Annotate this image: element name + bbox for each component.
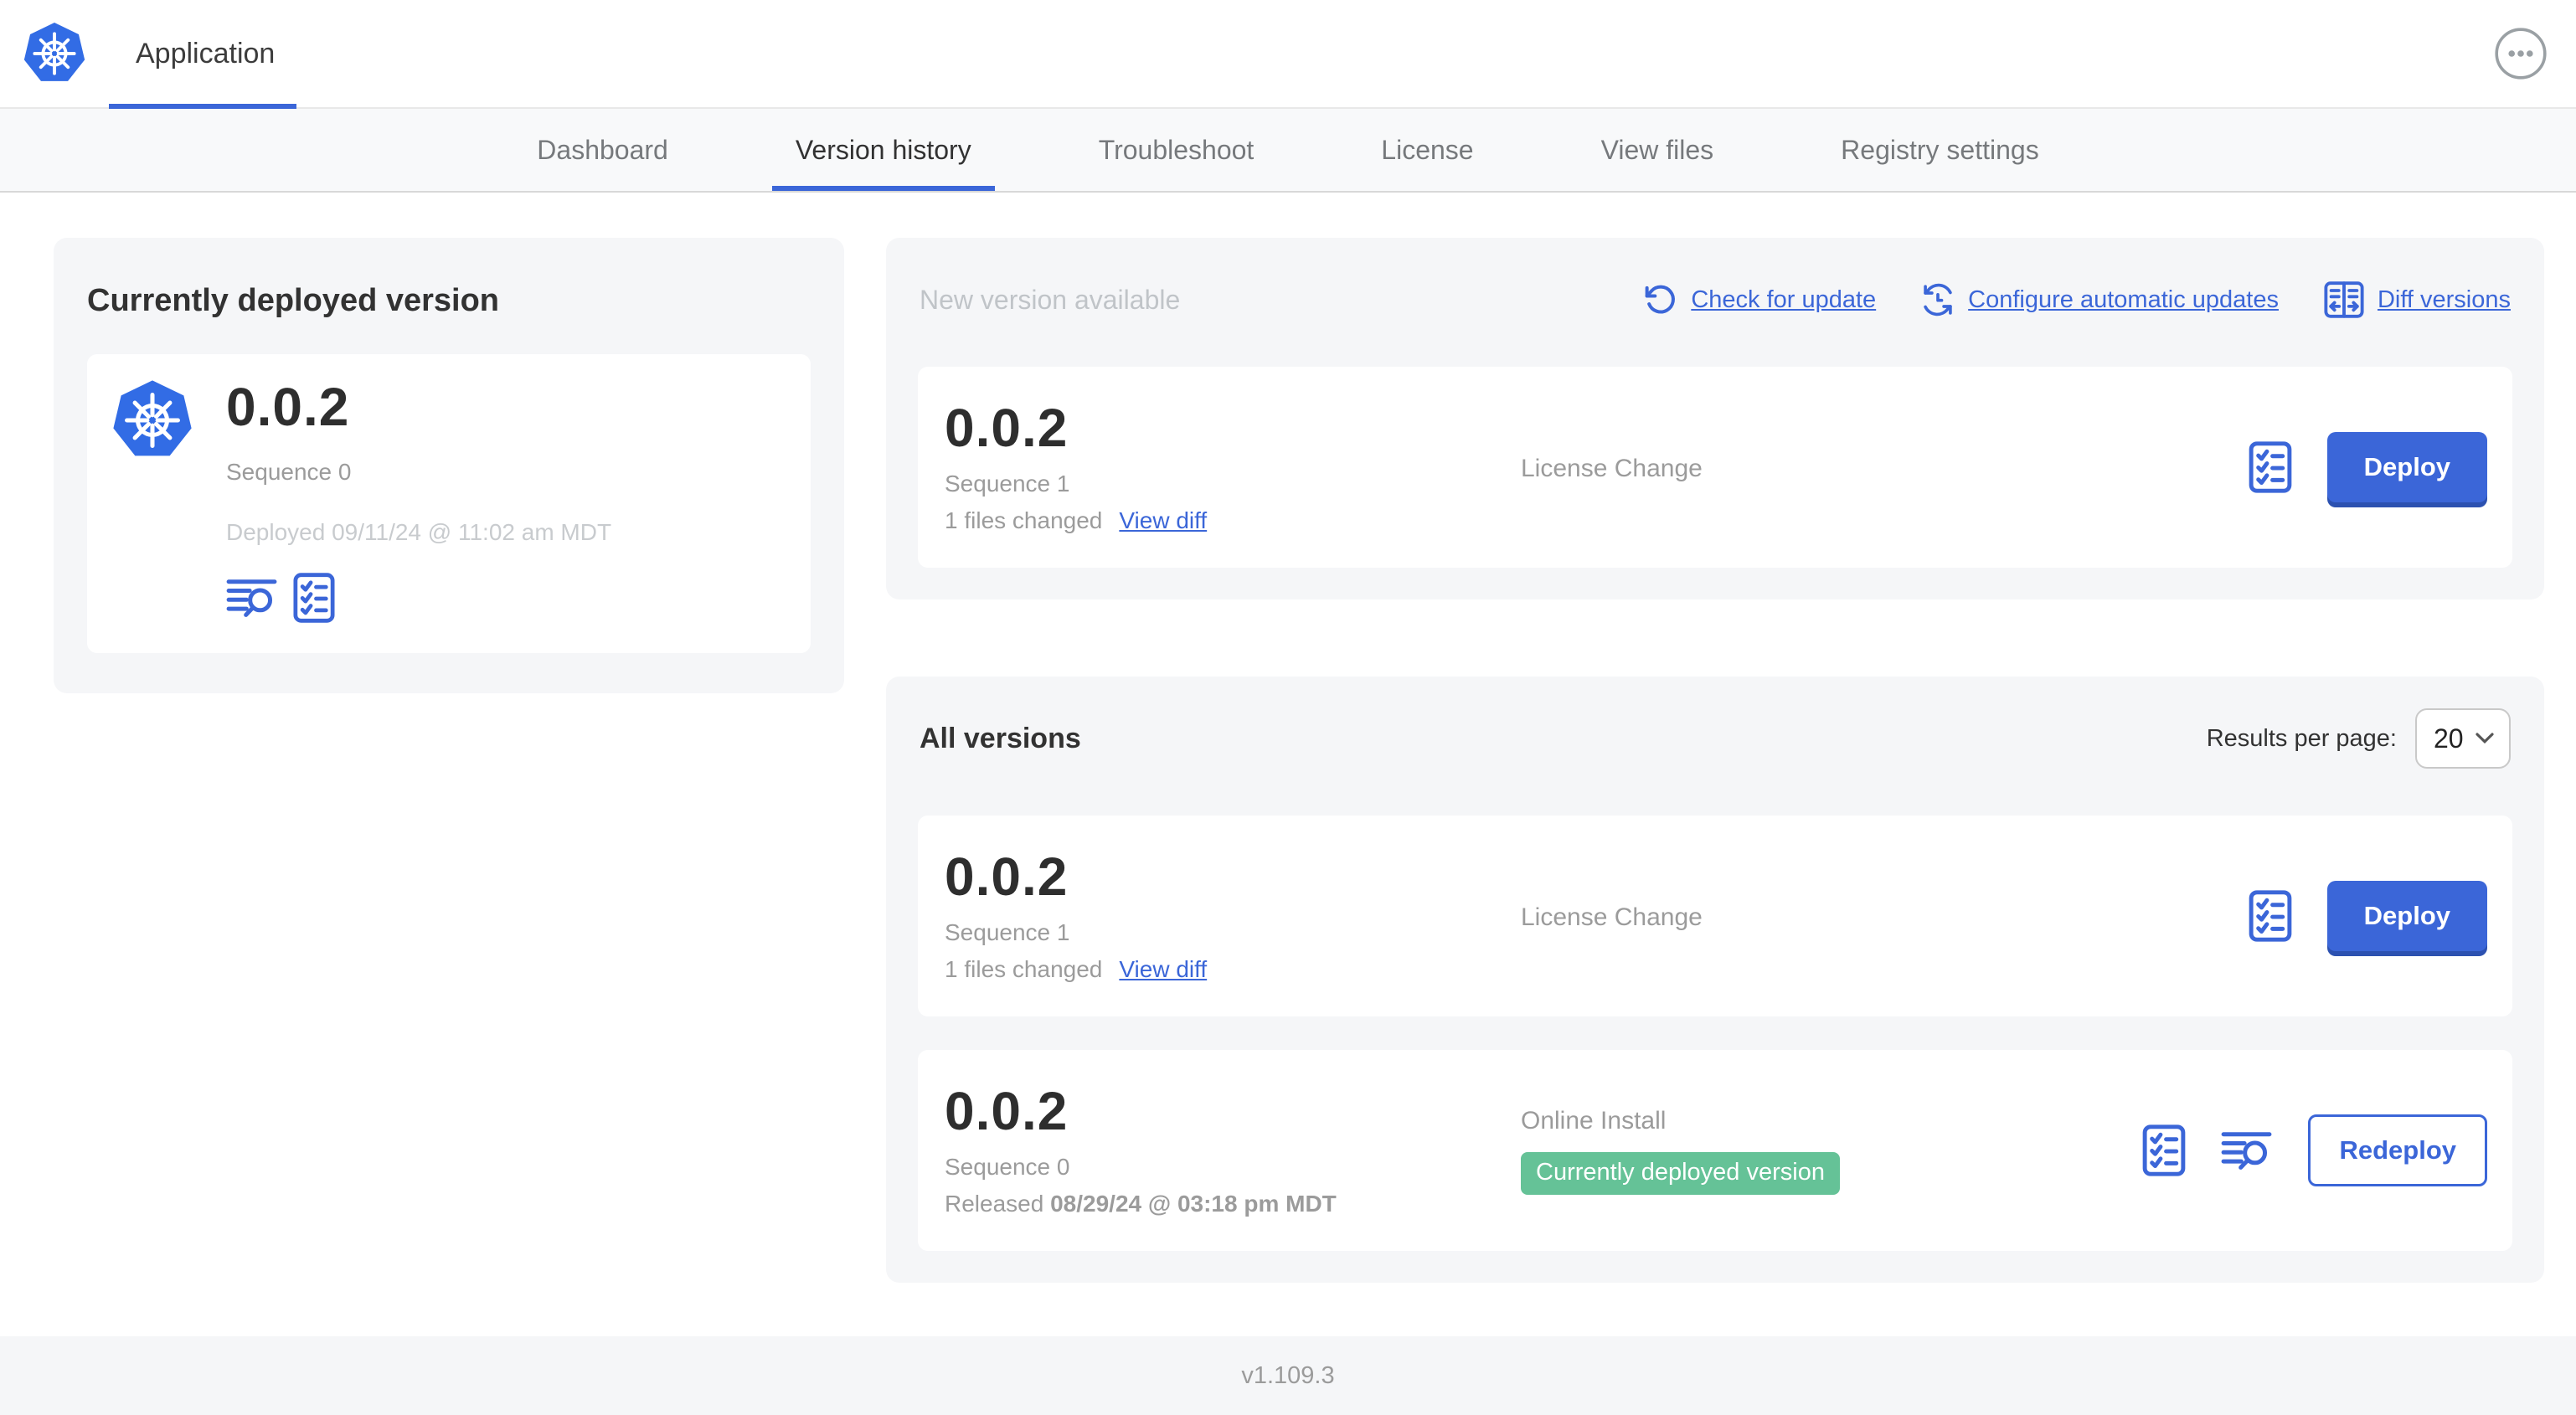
tab-version-history[interactable]: Version history bbox=[771, 109, 995, 191]
new-version-title: New version available bbox=[920, 284, 1181, 315]
results-per-page-value: 20 bbox=[2434, 723, 2464, 754]
released-date: 08/29/24 @ 03:18 pm MDT bbox=[1050, 1190, 1337, 1217]
currently-deployed-badge: Currently deployed version bbox=[1521, 1151, 1840, 1195]
sequence-label: Sequence 0 bbox=[945, 1153, 1070, 1180]
files-changed: 1 files changed View diff bbox=[945, 956, 1521, 983]
deployed-timestamp: Deployed 09/11/24 @ 11:02 am MDT bbox=[226, 519, 612, 546]
version-source-label: License Change bbox=[1521, 903, 1703, 931]
main-content: Currently deployed version 0.0.2 Sequenc… bbox=[0, 193, 2576, 1283]
tab-label: Version history bbox=[795, 134, 971, 165]
all-versions-panel: All versions Results per page: 20 0.0.2 … bbox=[886, 677, 2544, 1283]
right-column: New version available Check for update C… bbox=[886, 238, 2544, 1283]
diff-icon bbox=[2324, 281, 2364, 318]
app-tab-active-underline bbox=[109, 104, 296, 109]
view-diff-link[interactable]: View diff bbox=[1119, 507, 1207, 533]
clock-refresh-icon bbox=[1921, 283, 1955, 316]
tab-dashboard[interactable]: Dashboard bbox=[513, 109, 692, 191]
sequence-label: Sequence 1 bbox=[945, 918, 1070, 945]
tab-troubleshoot[interactable]: Troubleshoot bbox=[1075, 109, 1278, 191]
version-label: 0.0.2 bbox=[945, 398, 1069, 459]
version-label: 0.0.2 bbox=[945, 1081, 1069, 1142]
files-changed: 1 files changed View diff bbox=[945, 507, 1521, 534]
refresh-icon bbox=[1644, 283, 1677, 316]
check-for-update-link[interactable]: Check for update bbox=[1644, 283, 1876, 316]
version-row-sequence-1: 0.0.2 Sequence 1 1 files changed View dif… bbox=[918, 816, 2512, 1016]
currently-deployed-title: Currently deployed version bbox=[87, 283, 500, 318]
deployed-sequence-label: Sequence 0 bbox=[226, 459, 352, 486]
results-per-page-select[interactable]: 20 bbox=[2415, 708, 2511, 769]
deployed-version-tile: 0.0.2 Sequence 0 Deployed 09/11/24 @ 11:… bbox=[87, 354, 811, 654]
top-bar: Application bbox=[0, 0, 2576, 109]
logs-icon[interactable] bbox=[226, 577, 278, 619]
check-for-update-label: Check for update bbox=[1691, 286, 1877, 313]
files-changed-label: 1 files changed bbox=[945, 955, 1103, 982]
results-per-page-label: Results per page: bbox=[2206, 724, 2397, 752]
page-footer: v1.109.3 bbox=[0, 1336, 2576, 1415]
view-diff-link[interactable]: View diff bbox=[1119, 956, 1207, 982]
released-prefix: Released bbox=[945, 1190, 1044, 1217]
application-page: Application Dashboard Version history Tr… bbox=[0, 0, 2576, 1415]
tab-label: Dashboard bbox=[537, 134, 668, 165]
checklist-icon[interactable] bbox=[293, 573, 335, 623]
all-versions-title: All versions bbox=[920, 722, 1081, 754]
deployed-version-info: 0.0.2 Sequence 0 Deployed 09/11/24 @ 11:… bbox=[226, 379, 611, 623]
dots-menu-icon[interactable] bbox=[2494, 27, 2548, 80]
logs-icon[interactable] bbox=[2221, 1129, 2273, 1171]
checklist-icon[interactable] bbox=[2249, 441, 2292, 493]
tab-label: View files bbox=[1600, 134, 1714, 165]
redeploy-button[interactable]: Redeploy bbox=[2308, 1114, 2487, 1186]
kubernetes-logo-icon bbox=[23, 22, 85, 85]
new-version-row: 0.0.2 Sequence 1 1 files changed View dif… bbox=[918, 367, 2512, 568]
new-version-panel: New version available Check for update C… bbox=[886, 238, 2544, 599]
version-label: 0.0.2 bbox=[945, 846, 1069, 908]
diff-versions-label: Diff versions bbox=[2377, 286, 2511, 313]
tab-label: Troubleshoot bbox=[1098, 134, 1255, 165]
app-title: Application bbox=[136, 37, 276, 69]
tab-label: Registry settings bbox=[1841, 134, 2039, 165]
currently-deployed-card: Currently deployed version 0.0.2 Sequenc… bbox=[54, 238, 844, 694]
configure-automatic-updates-link[interactable]: Configure automatic updates bbox=[1921, 283, 2279, 316]
configure-automatic-updates-label: Configure automatic updates bbox=[1968, 286, 2279, 313]
diff-versions-link[interactable]: Diff versions bbox=[2324, 281, 2511, 318]
tab-license[interactable]: License bbox=[1358, 109, 1497, 191]
version-source-label: Online Install bbox=[1521, 1106, 1667, 1135]
deployed-version-label: 0.0.2 bbox=[226, 377, 350, 437]
kubernetes-app-icon bbox=[112, 379, 193, 461]
released-timestamp: Released 08/29/24 @ 03:18 pm MDT bbox=[945, 1191, 1521, 1217]
version-source-label: License Change bbox=[1521, 454, 1703, 482]
tab-registry-settings[interactable]: Registry settings bbox=[1817, 109, 2063, 191]
sequence-label: Sequence 1 bbox=[945, 470, 1070, 497]
checklist-icon[interactable] bbox=[2249, 890, 2292, 942]
chevron-down-icon bbox=[2476, 733, 2494, 744]
deploy-button[interactable]: Deploy bbox=[2326, 881, 2487, 951]
tab-view-files[interactable]: View files bbox=[1578, 109, 1738, 191]
checklist-icon[interactable] bbox=[2142, 1124, 2186, 1176]
app-subnav: Dashboard Version history Troubleshoot L… bbox=[0, 109, 2576, 193]
deploy-button[interactable]: Deploy bbox=[2326, 432, 2487, 502]
files-changed-label: 1 files changed bbox=[945, 507, 1103, 533]
tab-label: License bbox=[1381, 134, 1474, 165]
console-version-label: v1.109.3 bbox=[1241, 1361, 1335, 1389]
version-row-sequence-0: 0.0.2 Sequence 0 Released 08/29/24 @ 03:… bbox=[918, 1050, 2512, 1251]
